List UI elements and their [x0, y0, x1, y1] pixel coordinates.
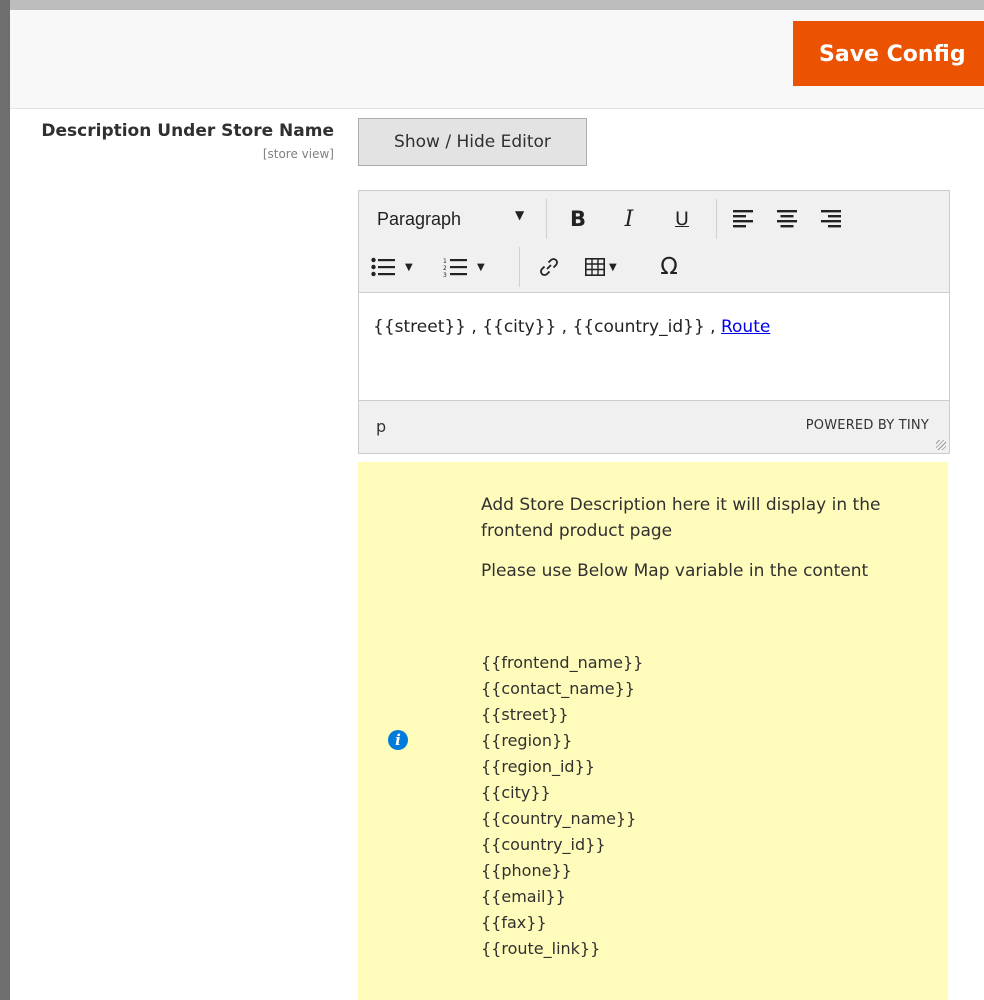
variable-item: {{contact_name}}: [481, 679, 635, 698]
variable-item: {{street}}: [481, 705, 569, 724]
variable-item: {{country_id}}: [481, 835, 606, 854]
insert-table-button[interactable]: ▼: [585, 249, 635, 285]
wysiwyg-editor: Paragraph ▼ B I U ▼ 1 2 3 ▼ ▼ Ω {{street…: [358, 190, 950, 454]
editor-content[interactable]: {{street}} , {{city}} , {{country_id}} ,…: [359, 293, 949, 399]
note-line-2: Please use Below Map variable in the con…: [481, 561, 869, 581]
variable-item: {{email}}: [481, 887, 566, 906]
bold-button[interactable]: B: [563, 201, 593, 237]
svg-text:1: 1: [443, 258, 447, 265]
align-left-icon: [733, 210, 753, 228]
variable-item: {{region}}: [481, 731, 573, 750]
align-right-icon: [821, 210, 841, 228]
align-left-button[interactable]: [727, 201, 759, 237]
insert-link-button[interactable]: [533, 249, 565, 285]
underline-icon: U: [675, 208, 689, 230]
variable-item: {{fax}}: [481, 913, 547, 932]
link-icon: [540, 258, 558, 276]
table-icon: [585, 258, 605, 276]
special-character-button[interactable]: Ω: [653, 249, 685, 285]
bullet-list-button[interactable]: ▼: [371, 249, 427, 285]
variable-item: {{route_link}}: [481, 939, 601, 958]
editor-paragraph: {{street}} , {{city}} , {{country_id}} ,…: [373, 317, 770, 337]
chevron-down-icon: ▼: [515, 208, 525, 222]
chevron-down-icon: ▼: [477, 261, 485, 273]
powered-by-link[interactable]: POWERED BY TINY: [806, 418, 929, 433]
bullet-list-icon: [371, 257, 395, 277]
info-icon: i: [388, 730, 408, 750]
toolbar-separator: [716, 199, 717, 239]
svg-text:2: 2: [443, 265, 447, 272]
bold-icon: B: [569, 207, 586, 231]
italic-button[interactable]: I: [614, 201, 644, 237]
resize-handle[interactable]: [936, 440, 946, 450]
numbered-list-icon: 1 2 3: [443, 258, 467, 277]
omega-icon: Ω: [660, 254, 678, 280]
underline-button[interactable]: U: [667, 201, 697, 237]
variable-item: {{frontend_name}}: [481, 653, 644, 672]
editor-toolbar: Paragraph ▼ B I U ▼ 1 2 3 ▼ ▼ Ω: [359, 191, 949, 293]
save-config-button[interactable]: Save Config: [793, 21, 984, 86]
variable-item: {{country_name}}: [481, 809, 637, 828]
italic-icon: I: [624, 206, 634, 232]
field-note: i Add Store Description here it will dis…: [358, 462, 948, 1000]
align-center-button[interactable]: [771, 201, 803, 237]
variable-list: {{frontend_name}} {{contact_name}} {{str…: [481, 650, 643, 962]
chevron-down-icon: ▼: [609, 261, 617, 273]
element-path[interactable]: p: [376, 417, 386, 436]
route-link[interactable]: Route: [721, 317, 770, 337]
note-line-1: Add Store Description here it will displ…: [481, 495, 881, 541]
field-scope: [store view]: [262, 147, 334, 161]
show-hide-editor-button[interactable]: Show / Hide Editor: [358, 118, 587, 166]
toolbar-separator: [519, 247, 520, 287]
window-frame-left: [0, 0, 10, 1000]
variable-item: {{region_id}}: [481, 757, 595, 776]
svg-text:3: 3: [443, 272, 447, 277]
toolbar-separator: [546, 199, 547, 239]
field-label: Description Under Store Name: [41, 121, 334, 141]
editor-content-text: {{street}} , {{city}} , {{country_id}} ,: [373, 317, 721, 337]
align-right-button[interactable]: [815, 201, 847, 237]
format-select[interactable]: Paragraph ▼: [365, 201, 537, 237]
numbered-list-button[interactable]: 1 2 3 ▼: [443, 249, 499, 285]
editor-statusbar: p POWERED BY TINY: [359, 400, 949, 453]
chevron-down-icon: ▼: [405, 261, 413, 273]
window-frame-top: [0, 0, 984, 10]
align-center-icon: [777, 210, 797, 228]
variable-item: {{city}}: [481, 783, 551, 802]
format-select-value: Paragraph: [377, 208, 462, 229]
variable-item: {{phone}}: [481, 861, 572, 880]
